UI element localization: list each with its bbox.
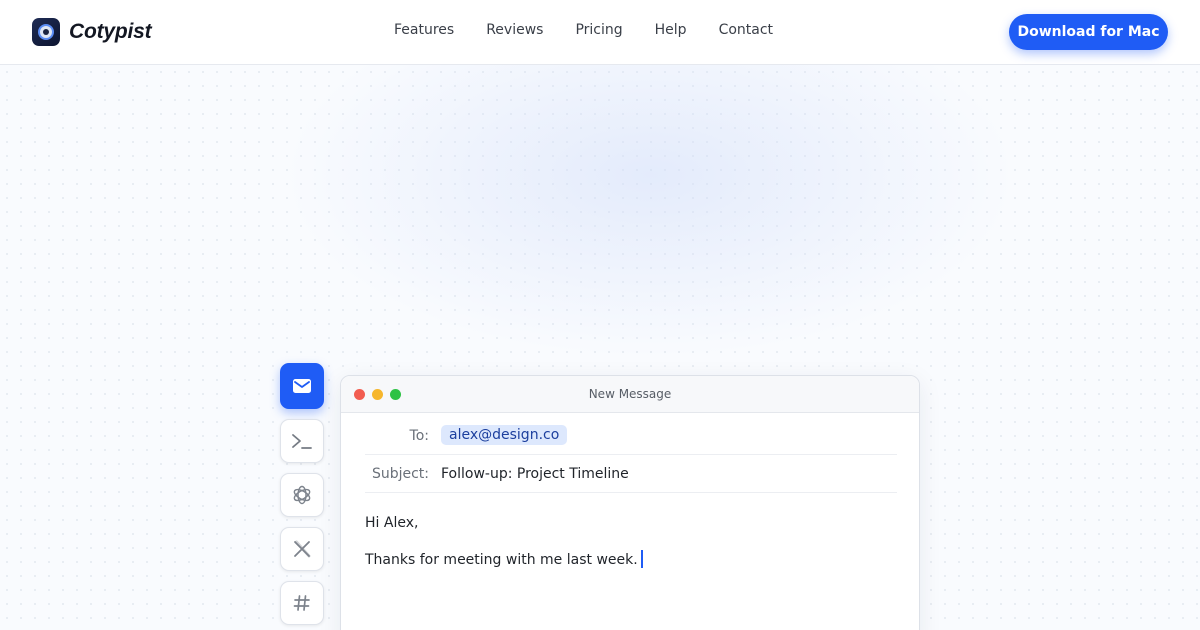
hashtag-icon (293, 595, 310, 611)
download-for-mac-button[interactable]: Download for Mac (1009, 14, 1168, 50)
nav-help[interactable]: Help (655, 22, 687, 38)
recipient-chip[interactable]: alex@design.co (441, 425, 568, 445)
dock-x-button[interactable] (280, 527, 324, 571)
text-caret (640, 550, 643, 568)
site-header: Cotypist Features Reviews Pricing Help C… (0, 0, 1200, 65)
nav-features[interactable]: Features (394, 22, 454, 38)
message-body-line-1[interactable]: Hi Alex, (365, 515, 418, 531)
message-body-text: Thanks for meeting with me last week. (365, 552, 638, 568)
subject-label: Subject: (371, 466, 429, 482)
app-dock (280, 363, 324, 630)
openai-icon (293, 485, 311, 505)
subject-value[interactable]: Follow-up: Project Timeline (441, 466, 629, 482)
x-logo-icon (294, 540, 311, 558)
dock-openai-button[interactable] (280, 473, 324, 517)
mail-icon (293, 379, 311, 393)
main-nav: Features Reviews Pricing Help Contact (394, 22, 805, 38)
dock-terminal-button[interactable] (280, 419, 324, 463)
dock-hashtag-button[interactable] (280, 581, 324, 625)
compose-window: New Message To: alex@design.co Subject: … (340, 375, 920, 630)
nav-contact[interactable]: Contact (719, 22, 773, 38)
subject-field[interactable]: Subject: Follow-up: Project Timeline (365, 455, 897, 493)
brand-logo[interactable]: Cotypist (32, 18, 152, 46)
terminal-icon (292, 434, 312, 449)
dock-mail-button[interactable] (280, 363, 324, 409)
to-field[interactable]: To: alex@design.co (365, 417, 897, 455)
message-body-line-2[interactable]: Thanks for meeting with me last week. (365, 550, 643, 568)
window-titlebar: New Message (341, 376, 919, 413)
nav-pricing[interactable]: Pricing (575, 22, 622, 38)
cotypist-logo-icon (32, 18, 60, 46)
brand-name: Cotypist (69, 20, 152, 43)
to-label: To: (409, 428, 429, 444)
nav-reviews[interactable]: Reviews (486, 22, 543, 38)
window-title: New Message (588, 387, 672, 401)
